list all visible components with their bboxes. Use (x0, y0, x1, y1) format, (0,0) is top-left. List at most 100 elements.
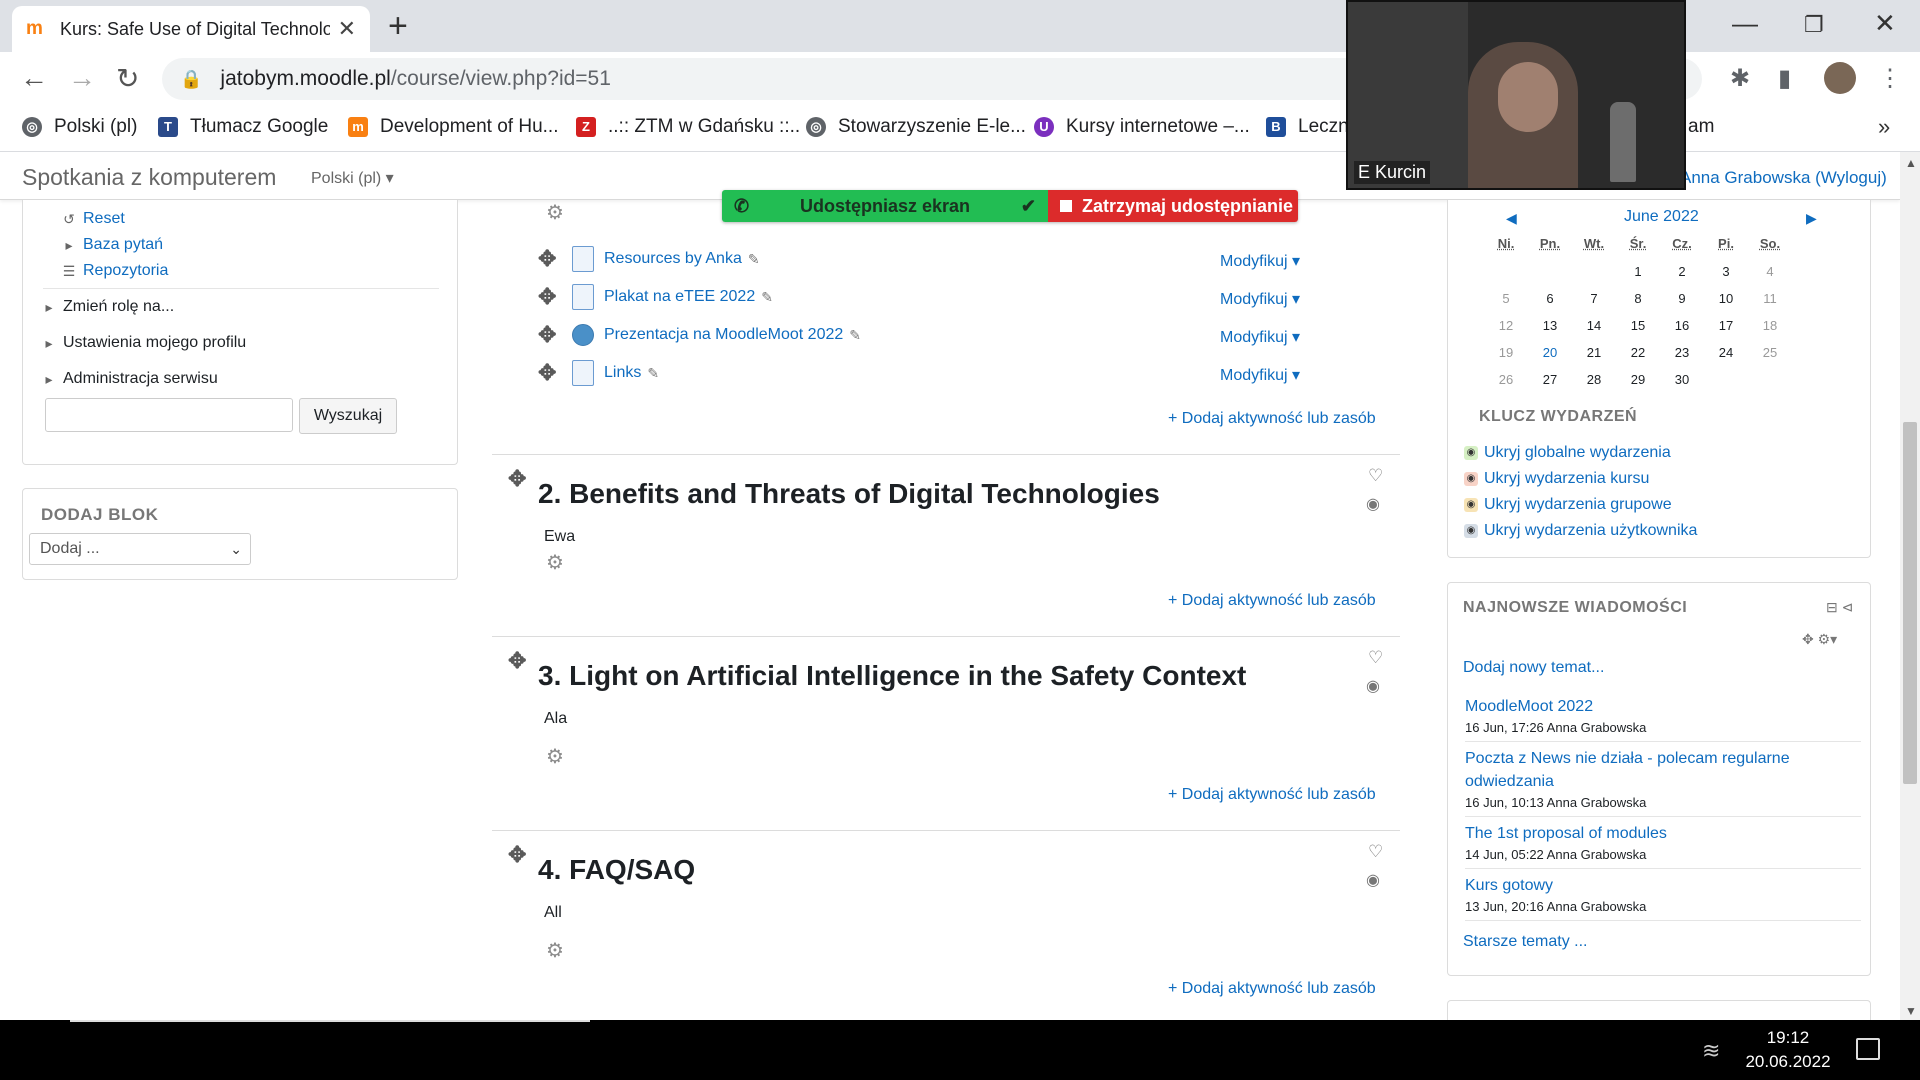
section-title[interactable]: 4. FAQ/SAQ (538, 854, 695, 886)
event-key-global[interactable]: ◉ Ukryj globalne wydarzenia (1464, 444, 1671, 462)
calendar-day[interactable]: 17 (1704, 318, 1748, 333)
bookmark-item[interactable]: ◎ Polski (pl) (22, 116, 137, 138)
share-status[interactable]: ✆ Udostępniasz ekran ✔ (722, 190, 1048, 222)
block-collapse-icon[interactable]: ⊟ ⊲ (1826, 599, 1853, 616)
add-block-select[interactable]: Dodaj ... ⌄ (29, 533, 251, 565)
move-icon[interactable]: ✥ (508, 466, 526, 492)
move-icon[interactable]: ✥ (508, 842, 526, 868)
browser-tab[interactable]: m Kurs: Safe Use of Digital Technolo ✕ (12, 6, 370, 52)
bookmark-item[interactable]: m Development of Hu... (348, 116, 558, 138)
forward-icon[interactable]: → (68, 62, 96, 94)
user-logout-link[interactable]: Anna Grabowska (Wyloguj) (1680, 168, 1887, 188)
visibility-eye-icon[interactable]: ◉ (1366, 676, 1380, 696)
move-icon[interactable]: ✥ (538, 284, 556, 310)
modify-menu[interactable]: Modyfikuj ▾ (1220, 251, 1300, 271)
section-edit-gear-icon[interactable]: ⚙ (546, 550, 564, 575)
calendar-day[interactable]: 6 (1528, 291, 1572, 306)
add-topic-link[interactable]: Dodaj nowy temat... (1463, 659, 1604, 677)
video-call-overlay[interactable]: E Kurcin (1346, 0, 1686, 190)
section-edit-gear-icon[interactable]: ⚙ (546, 200, 564, 225)
news-item[interactable]: Kurs gotowy 13 Jun, 20:16 Anna Grabowska (1465, 874, 1861, 921)
block-move-gear-icon[interactable]: ✥ ⚙▾ (1802, 631, 1837, 648)
calendar-day[interactable]: 3 (1704, 264, 1748, 279)
news-item[interactable]: MoodleMoot 2022 16 Jun, 17:26 Anna Grabow… (1465, 695, 1861, 742)
event-key-course[interactable]: ◉ Ukryj wydarzenia kursu (1464, 470, 1649, 488)
calendar-next-icon[interactable]: ▶ (1806, 210, 1817, 227)
calendar-day[interactable]: 29 (1616, 372, 1660, 387)
calendar-day[interactable]: 26 (1484, 372, 1528, 387)
bookmark-item[interactable]: ◎ Stowarzyszenie E-le... (806, 116, 1026, 138)
bookmark-item[interactable]: Z..:: ZTM w Gdańsku ::.. (576, 116, 800, 138)
tray-clock[interactable]: 19:12 20.06.2022 (1744, 1026, 1832, 1074)
edit-pencil-icon[interactable]: ✎ (849, 327, 861, 344)
calendar-day[interactable]: 23 (1660, 345, 1704, 360)
back-icon[interactable]: ← (20, 62, 48, 94)
calendar-day[interactable]: 15 (1616, 318, 1660, 333)
calendar-day[interactable]: 5 (1484, 291, 1528, 306)
section-edit-gear-icon[interactable]: ⚙ (546, 744, 564, 769)
calendar-day[interactable]: 16 (1660, 318, 1704, 333)
window-close-icon[interactable]: ✕ (1874, 8, 1896, 39)
highlight-bulb-icon[interactable]: ♡ (1368, 648, 1383, 668)
nav-site-admin[interactable]: ▸ Administracja serwisu (39, 370, 217, 388)
calendar-day[interactable]: 10 (1704, 291, 1748, 306)
event-key-group[interactable]: ◉ Ukryj wydarzenia grupowe (1464, 496, 1672, 514)
minimize-icon[interactable]: — (1732, 8, 1758, 39)
new-tab-icon[interactable]: + (388, 8, 408, 44)
nav-repositories[interactable]: ☰ Repozytoria (59, 262, 169, 280)
add-activity-link[interactable]: + Dodaj aktywność lub zasób (1168, 786, 1376, 804)
calendar-day[interactable]: 22 (1616, 345, 1660, 360)
move-icon[interactable]: ✥ (538, 246, 556, 272)
calendar-day[interactable]: 21 (1572, 345, 1616, 360)
calendar-day[interactable]: 30 (1660, 372, 1704, 387)
calendar-day[interactable]: 11 (1748, 291, 1792, 306)
language-menu[interactable]: Polski (pl) ▾ (311, 168, 394, 188)
calendar-day[interactable]: 19 (1484, 345, 1528, 360)
profile-avatar[interactable] (1824, 62, 1856, 94)
calendar-day[interactable]: 13 (1528, 318, 1572, 333)
extensions-icon[interactable]: ✱ (1730, 64, 1750, 93)
calendar-day[interactable]: 2 (1660, 264, 1704, 279)
admin-search-button[interactable]: Wyszukaj (299, 398, 397, 434)
activity-item[interactable]: Plakat na eTEE 2022 ✎ (572, 284, 773, 310)
add-activity-link[interactable]: + Dodaj aktywność lub zasób (1168, 592, 1376, 610)
calendar-day[interactable]: 14 (1572, 318, 1616, 333)
side-panel-icon[interactable]: ▮ (1778, 64, 1791, 93)
event-key-user[interactable]: ◉ Ukryj wydarzenia użytkownika (1464, 522, 1697, 540)
calendar-day[interactable]: 1 (1616, 264, 1660, 279)
scrollbar-thumb[interactable] (1903, 422, 1917, 784)
calendar-prev-icon[interactable]: ◀ (1506, 210, 1517, 227)
nav-reset[interactable]: ↺ Reset (59, 210, 125, 228)
scroll-down-icon[interactable]: ▼ (1905, 1004, 1917, 1018)
site-name[interactable]: Spotkania z komputerem (22, 164, 276, 191)
older-topics-link[interactable]: Starsze tematy ... (1463, 933, 1587, 951)
move-icon[interactable]: ✥ (538, 322, 556, 348)
bookmark-item[interactable]: U Kursy internetowe –... (1034, 116, 1250, 138)
add-activity-link[interactable]: + Dodaj aktywność lub zasób (1168, 980, 1376, 998)
nav-profile-settings[interactable]: ▸ Ustawienia mojego profilu (39, 334, 246, 352)
calendar-day[interactable]: 20 (1528, 345, 1572, 360)
calendar-day[interactable]: 27 (1528, 372, 1572, 387)
edit-pencil-icon[interactable]: ✎ (748, 251, 760, 268)
calendar-day[interactable]: 8 (1616, 291, 1660, 306)
add-activity-link[interactable]: + Dodaj aktywność lub zasób (1168, 410, 1376, 428)
section-edit-gear-icon[interactable]: ⚙ (546, 938, 564, 963)
visibility-eye-icon[interactable]: ◉ (1366, 870, 1380, 890)
calendar-day[interactable]: 4 (1748, 264, 1792, 279)
activity-item[interactable]: Prezentacja na MoodleMoot 2022 ✎ (572, 324, 861, 346)
notification-icon[interactable] (1856, 1038, 1880, 1060)
modify-menu[interactable]: Modyfikuj ▾ (1220, 327, 1300, 347)
highlight-bulb-icon[interactable]: ♡ (1368, 466, 1383, 486)
tab-close-icon[interactable]: ✕ (338, 16, 356, 42)
modify-menu[interactable]: Modyfikuj ▾ (1220, 365, 1300, 385)
calendar-day[interactable]: 25 (1748, 345, 1792, 360)
highlight-bulb-icon[interactable]: ♡ (1368, 842, 1383, 862)
bookmark-item[interactable]: am (1688, 116, 1714, 138)
menu-kebab-icon[interactable]: ⋮ (1878, 64, 1902, 93)
move-icon[interactable]: ✥ (508, 648, 526, 674)
section-title[interactable]: 3. Light on Artificial Intelligence in t… (538, 660, 1246, 692)
reload-icon[interactable]: ↻ (116, 62, 139, 95)
nav-question-bank[interactable]: ▸ Baza pytań (59, 236, 163, 254)
admin-search-input[interactable] (45, 398, 293, 432)
bookmarks-overflow-icon[interactable]: » (1878, 114, 1890, 140)
